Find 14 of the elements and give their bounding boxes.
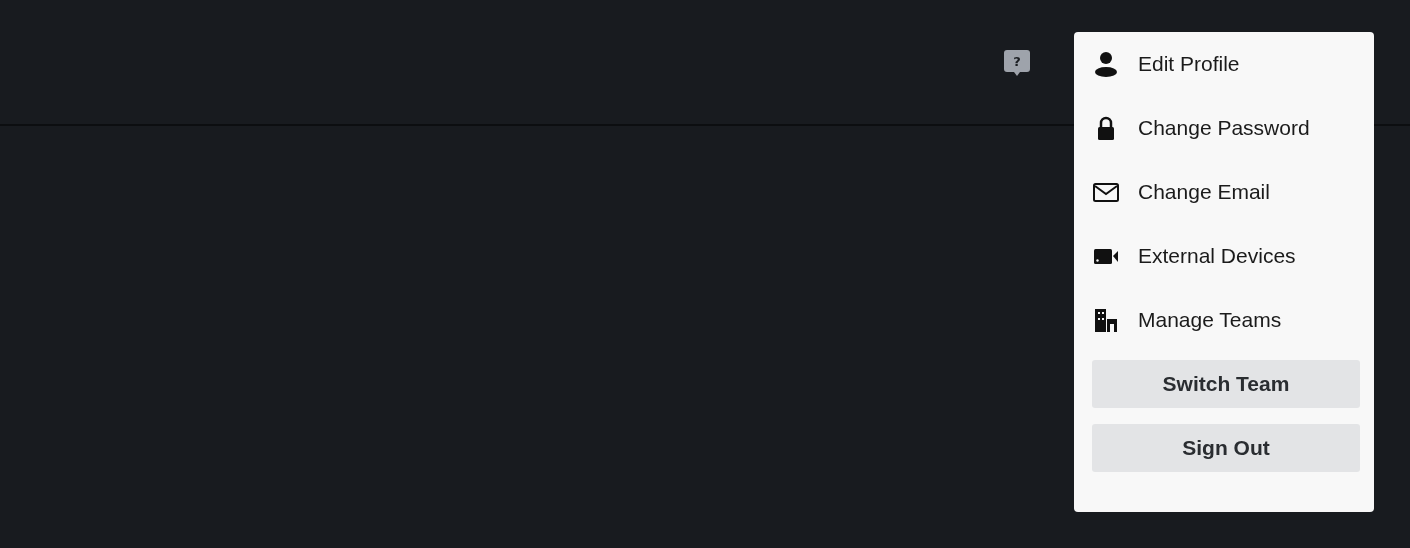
building-icon	[1092, 306, 1120, 334]
menu-item[interactable]: Change Email	[1092, 160, 1360, 224]
menu-item[interactable]: External Devices	[1092, 224, 1360, 288]
person-icon	[1092, 50, 1120, 78]
menu-item-label: Edit Profile	[1138, 52, 1240, 76]
menu-item-label: Change Email	[1138, 180, 1270, 204]
menu-item-label: External Devices	[1138, 244, 1296, 268]
menu-item-label: Change Password	[1138, 116, 1310, 140]
menu-item-label: Manage Teams	[1138, 308, 1282, 332]
menu-item[interactable]: Change Password	[1092, 96, 1360, 160]
menu-item[interactable]: Edit Profile	[1092, 32, 1360, 96]
switch-team-button[interactable]: Switch Team	[1092, 360, 1360, 408]
sign-out-button[interactable]: Sign Out	[1092, 424, 1360, 472]
menu-item[interactable]: Manage Teams	[1092, 288, 1360, 352]
